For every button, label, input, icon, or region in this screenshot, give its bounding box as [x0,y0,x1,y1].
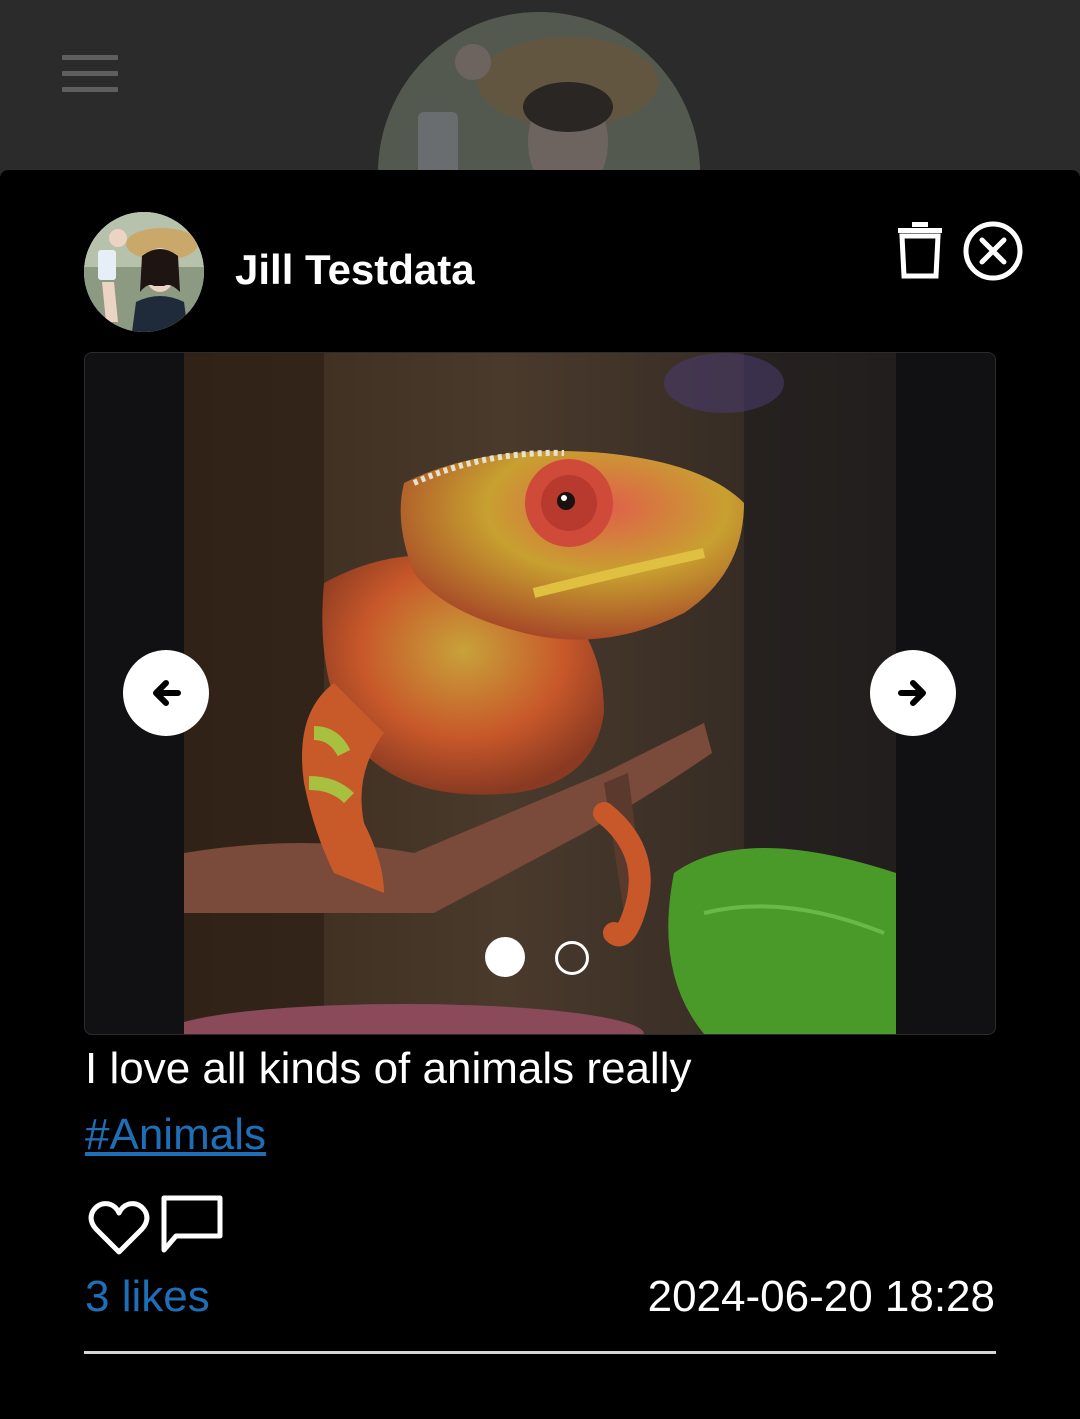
heart-outline-icon[interactable] [88,1200,150,1256]
post-modal: Jill Testdata I love all kinds of animal… [0,170,1080,1419]
carousel-prev-button[interactable] [123,650,209,736]
post-caption: I love all kinds of animals really [85,1044,692,1093]
likes-count[interactable]: 3 likes [85,1272,210,1322]
app-screen: Jill Testdata I love all kinds of animal… [0,0,1080,1419]
comment-bubble-icon[interactable] [160,1194,224,1256]
carousel-slide-image [184,353,896,1034]
hamburger-menu-icon[interactable] [62,55,118,92]
carousel-dot-1[interactable] [485,937,525,977]
image-carousel[interactable] [84,352,996,1035]
carousel-dot-2[interactable] [555,941,589,975]
divider [84,1351,996,1354]
post-timestamp: 2024-06-20 18:28 [647,1272,995,1321]
trash-icon[interactable] [896,220,944,280]
close-circle-icon[interactable] [962,220,1024,282]
post-actions [88,1194,228,1260]
background-header [0,0,1080,334]
author-avatar[interactable] [84,212,204,332]
hashtag-link[interactable]: #Animals [85,1110,266,1160]
post-header: Jill Testdata [84,212,1024,332]
carousel-indicators [485,937,595,981]
arrow-right-icon [898,680,926,706]
carousel-next-button[interactable] [870,650,956,736]
author-name[interactable]: Jill Testdata [235,246,475,294]
arrow-left-icon [153,680,181,706]
